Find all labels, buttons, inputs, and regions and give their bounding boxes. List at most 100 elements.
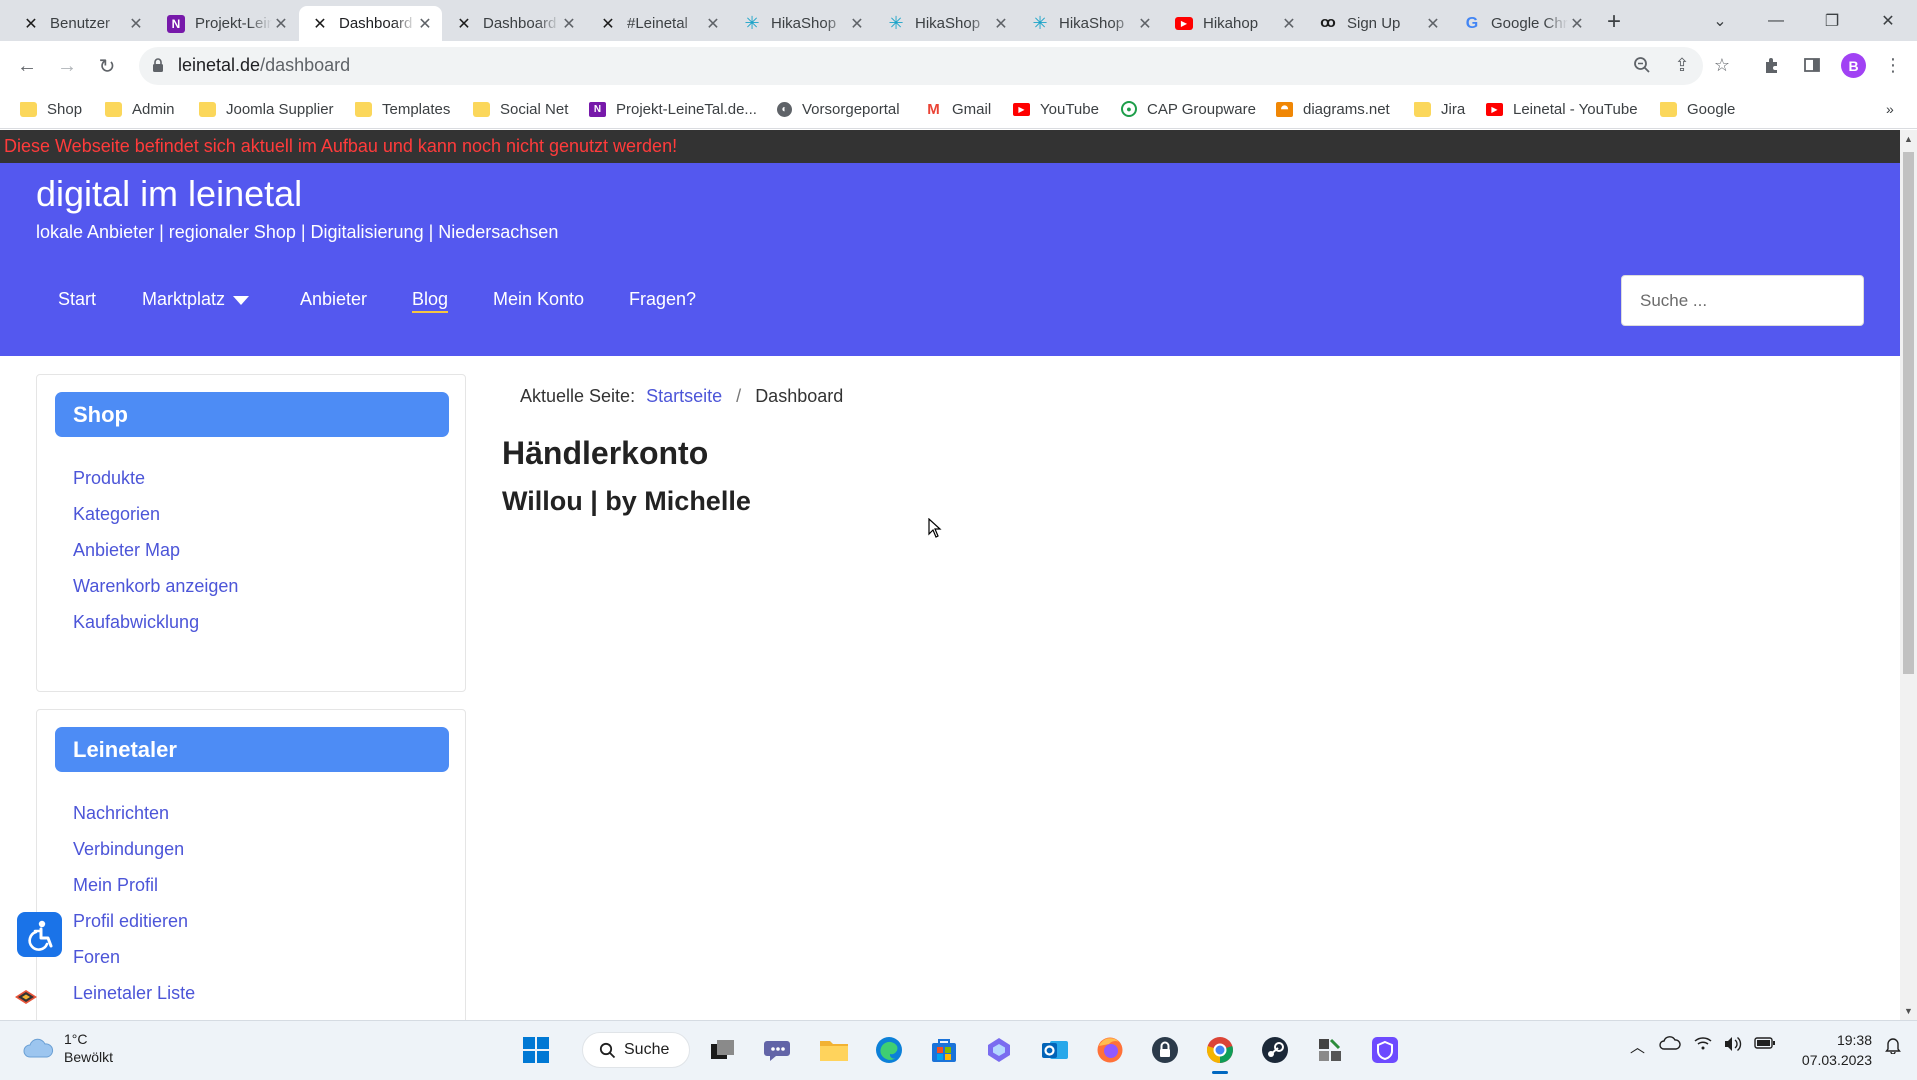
volume-icon[interactable]	[1723, 1036, 1743, 1056]
keepass-icon[interactable]	[1146, 1031, 1184, 1069]
tab-search-icon[interactable]: ⌄	[1692, 0, 1748, 41]
page-scrollbar[interactable]: ▲ ▼	[1900, 130, 1917, 1020]
browser-tab[interactable]: ✕ #Leinetal ✕	[587, 6, 730, 41]
close-tab-icon[interactable]: ✕	[1136, 14, 1154, 34]
steam-icon[interactable]	[1256, 1031, 1294, 1069]
browser-tab[interactable]: ✕ Benutzer ✕	[10, 6, 153, 41]
network-tool-icon[interactable]	[1311, 1031, 1349, 1069]
bookmark-vorsorgeportal[interactable]: ◐ Vorsorgeportal	[777, 96, 900, 122]
onedrive-icon[interactable]	[1659, 1036, 1681, 1054]
cookie-widget-icon[interactable]	[13, 987, 39, 1007]
teams-chat-icon[interactable]	[759, 1031, 797, 1069]
reload-button[interactable]: ↻	[91, 50, 123, 82]
bookmark-social-net[interactable]: Social Net	[473, 96, 568, 122]
close-tab-icon[interactable]: ✕	[560, 14, 578, 34]
browser-tab-active[interactable]: ✕ Dashboard ✕	[299, 6, 442, 41]
link-verbindungen[interactable]: Verbindungen	[73, 839, 184, 860]
accessibility-button[interactable]	[17, 912, 62, 957]
close-tab-icon[interactable]: ✕	[127, 14, 145, 34]
browser-tab[interactable]: Ꝏ Sign Up ✕	[1307, 6, 1450, 41]
browser-tab[interactable]: ✳ HikaShop ✕	[875, 6, 1018, 41]
chrome-icon[interactable]	[1201, 1031, 1239, 1074]
link-warenkorb[interactable]: Warenkorb anzeigen	[73, 576, 238, 597]
bookmark-gmail[interactable]: M Gmail	[925, 96, 991, 122]
browser-tab[interactable]: ✳ HikaShop ✕	[1019, 6, 1162, 41]
bookmark-leinetal-youtube[interactable]: ▶ Leinetal - YouTube	[1486, 96, 1638, 122]
link-produkte[interactable]: Produkte	[73, 468, 145, 489]
restore-button[interactable]: ❐	[1804, 0, 1860, 41]
weather-widget[interactable]: 1°C Bewölkt	[22, 1030, 113, 1066]
scrollbar-thumb[interactable]	[1903, 152, 1914, 674]
proton-vpn-icon[interactable]	[1366, 1031, 1404, 1069]
scroll-down-icon[interactable]: ▼	[1904, 1006, 1913, 1016]
close-tab-icon[interactable]: ✕	[848, 14, 866, 34]
profile-avatar[interactable]: B	[1841, 53, 1866, 78]
share-icon[interactable]: ⇪	[1668, 50, 1696, 80]
bookmark-joomla-supplier[interactable]: Joomla Supplier	[199, 96, 334, 122]
show-hidden-icons[interactable]: ︿	[1630, 1036, 1645, 1057]
link-nachrichten[interactable]: Nachrichten	[73, 803, 169, 824]
browser-tab[interactable]: ▶ Hikahop ✕	[1163, 6, 1306, 41]
site-search-input[interactable]	[1621, 275, 1864, 326]
taskbar-search[interactable]: Suche	[582, 1032, 690, 1068]
link-foren[interactable]: Foren	[73, 947, 120, 968]
bookmarks-overflow-icon[interactable]: »	[1886, 96, 1894, 122]
link-kaufabwicklung[interactable]: Kaufabwicklung	[73, 612, 199, 633]
menu-fragen[interactable]: Fragen?	[629, 289, 696, 310]
close-tab-icon[interactable]: ✕	[1424, 14, 1442, 34]
file-explorer-icon[interactable]	[815, 1031, 853, 1069]
chrome-menu-icon[interactable]: ⋮	[1879, 50, 1907, 80]
close-window-button[interactable]: ✕	[1860, 0, 1916, 41]
lock-icon[interactable]	[152, 58, 164, 73]
browser-tab[interactable]: G Google Chrome ✕	[1451, 6, 1594, 41]
close-tab-icon[interactable]: ✕	[416, 14, 434, 34]
browser-tab[interactable]: N Projekt-LeineTal ✕	[155, 6, 298, 41]
site-title[interactable]: digital im leinetal	[36, 173, 302, 215]
browser-tab[interactable]: ✳ HikaShop ✕	[731, 6, 874, 41]
link-kategorien[interactable]: Kategorien	[73, 504, 160, 525]
forward-button[interactable]: →	[51, 50, 83, 82]
close-tab-icon[interactable]: ✕	[272, 14, 290, 34]
firefox-icon[interactable]	[1091, 1031, 1129, 1069]
menu-mein-konto[interactable]: Mein Konto	[493, 289, 584, 310]
menu-start[interactable]: Start	[58, 289, 96, 310]
address-bar[interactable]	[139, 47, 1703, 85]
bookmark-shop[interactable]: Shop	[20, 96, 82, 122]
bookmark-admin[interactable]: Admin	[105, 96, 175, 122]
microsoft-store-icon[interactable]	[925, 1031, 963, 1069]
scroll-up-icon[interactable]: ▲	[1904, 134, 1913, 144]
bookmark-jira[interactable]: Jira	[1414, 96, 1465, 122]
close-tab-icon[interactable]: ✕	[992, 14, 1010, 34]
system-clock[interactable]: 19:38 07.03.2023	[1792, 1030, 1872, 1070]
notification-bell-icon[interactable]	[1885, 1036, 1901, 1058]
extensions-icon[interactable]	[1758, 50, 1786, 80]
bookmark-diagrams[interactable]: ⯊ diagrams.net	[1276, 96, 1390, 122]
bookmark-star-icon[interactable]: ☆	[1708, 50, 1736, 80]
new-tab-button[interactable]: +	[1598, 6, 1630, 38]
windows-start-icon[interactable]	[517, 1031, 555, 1069]
breadcrumb-home-link[interactable]: Startseite	[646, 386, 722, 406]
outlook-icon[interactable]	[1036, 1031, 1074, 1069]
menu-blog[interactable]: Blog	[412, 289, 449, 313]
menu-marktplatz[interactable]: Marktplatz	[142, 289, 250, 310]
url-text[interactable]: leinetal.de/dashboard	[178, 55, 350, 76]
zoom-icon[interactable]	[1628, 50, 1656, 80]
minimize-button[interactable]: —	[1748, 0, 1804, 41]
link-mein-profil[interactable]: Mein Profil	[73, 875, 158, 896]
task-view-icon[interactable]	[704, 1031, 742, 1069]
close-tab-icon[interactable]: ✕	[1568, 14, 1586, 34]
back-button[interactable]: ←	[11, 50, 43, 82]
bookmark-google[interactable]: Google	[1660, 96, 1735, 122]
close-tab-icon[interactable]: ✕	[1280, 14, 1298, 34]
link-profil-editieren[interactable]: Profil editieren	[73, 911, 188, 932]
bookmark-templates[interactable]: Templates	[355, 96, 450, 122]
bookmark-youtube[interactable]: ▶ YouTube	[1013, 96, 1099, 122]
menu-anbieter[interactable]: Anbieter	[300, 289, 367, 310]
edge-icon[interactable]	[870, 1031, 908, 1069]
browser-tab[interactable]: ✕ Dashboard ✕	[443, 6, 586, 41]
copilot-icon[interactable]	[980, 1031, 1018, 1069]
battery-icon[interactable]	[1754, 1036, 1776, 1054]
link-anbieter-map[interactable]: Anbieter Map	[73, 540, 180, 561]
bookmark-projekt-leinetal[interactable]: N Projekt-LeineTal.de...	[589, 96, 757, 122]
wifi-icon[interactable]	[1694, 1036, 1712, 1054]
